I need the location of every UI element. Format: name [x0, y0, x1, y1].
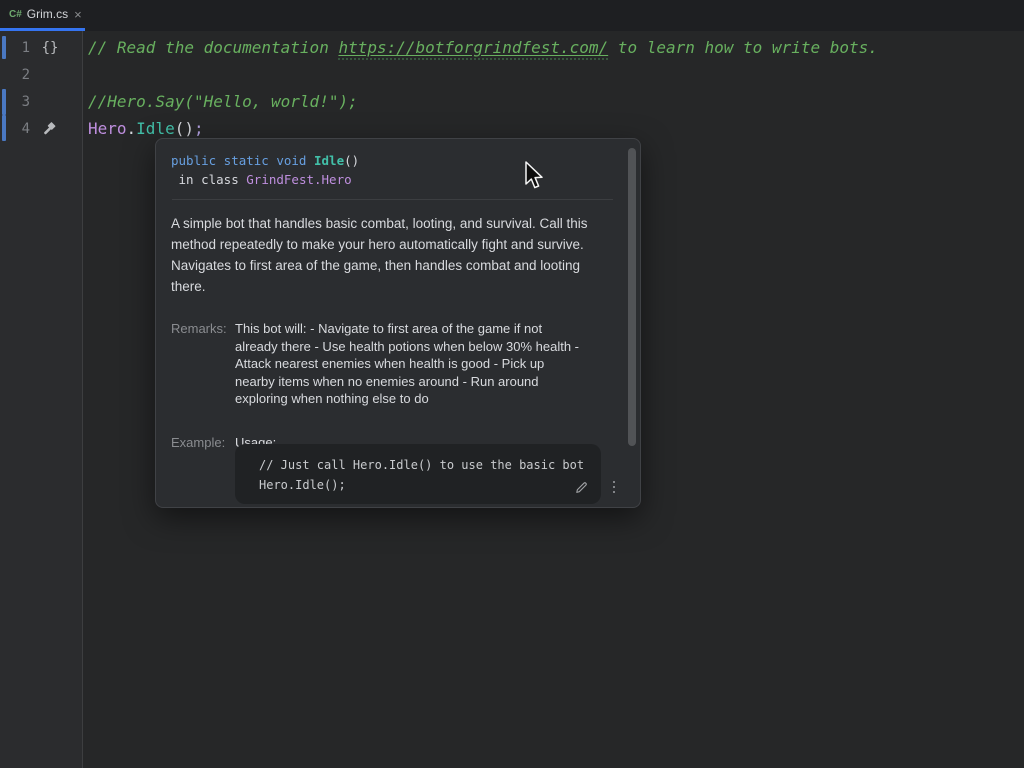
quick-documentation-popup: public static void Idle() in class Grind…: [155, 138, 641, 508]
editor-tab-bar: C# Grim.cs ×: [0, 0, 1024, 31]
hammer-run-icon[interactable]: [37, 121, 63, 137]
hammer-icon: [42, 121, 58, 137]
popup-scrollbar[interactable]: [628, 148, 636, 446]
method-signature: public static void Idle(): [171, 151, 614, 170]
example-label: Example:: [171, 434, 229, 452]
code-line-text: //Hero.Say("Hello, world!");: [84, 92, 358, 111]
remarks-section: Remarks: This bot will: - Navigate to fi…: [171, 320, 614, 408]
ide-window: { "colors": { "accent_blue": "#3574f0", …: [0, 0, 1024, 768]
editor-line-1[interactable]: 1 {} // Read the documentation https://b…: [0, 34, 1024, 61]
mouse-cursor-arrow: [524, 161, 544, 191]
pencil-icon: [574, 480, 589, 495]
gutter-line-1: 1 {}: [0, 34, 84, 61]
tab-close-icon[interactable]: ×: [73, 8, 82, 21]
gutter-line-2: 2: [0, 61, 84, 88]
edit-source-button[interactable]: [571, 477, 591, 497]
example-code-block: // Just call Hero.Idle() to use the basi…: [235, 444, 601, 504]
change-marker: [2, 36, 6, 59]
example-code-comment: // Just call Hero.Idle() to use the basi…: [259, 455, 601, 475]
tab-grim-cs[interactable]: C# Grim.cs ×: [0, 0, 85, 31]
line-number: 2: [8, 67, 30, 83]
method-description: A simple bot that handles basic combat, …: [171, 213, 599, 297]
change-marker: [2, 89, 6, 115]
csharp-file-icon: C#: [9, 9, 22, 20]
popup-toolbar: [571, 477, 624, 497]
kebab-menu-icon: [613, 481, 616, 494]
code-line-text: // Read the documentation https://botfor…: [84, 38, 878, 57]
editor-code-area: 1 {} // Read the documentation https://b…: [0, 34, 1024, 142]
change-marker: [2, 115, 6, 141]
line-number: 3: [8, 94, 30, 110]
braces-structure-icon[interactable]: {}: [37, 40, 63, 56]
remarks-label: Remarks:: [171, 320, 229, 408]
line-number: 1: [8, 40, 30, 56]
editor-line-3[interactable]: 3 //Hero.Say("Hello, world!");: [0, 88, 1024, 115]
remarks-text: This bot will: - Navigate to first area …: [235, 320, 580, 408]
popup-divider: [172, 199, 613, 200]
editor-line-2[interactable]: 2: [0, 61, 1024, 88]
line-number: 4: [8, 121, 30, 137]
method-context: in class GrindFest.Hero: [171, 170, 614, 189]
tab-file-name: Grim.cs: [27, 7, 68, 21]
more-options-button[interactable]: [604, 477, 624, 497]
code-line-text: Hero.Idle();: [84, 119, 204, 138]
gutter-line-3: 3: [0, 88, 84, 115]
gutter-line-4: 4: [0, 115, 84, 142]
example-code-statement: Hero.Idle();: [259, 475, 601, 495]
